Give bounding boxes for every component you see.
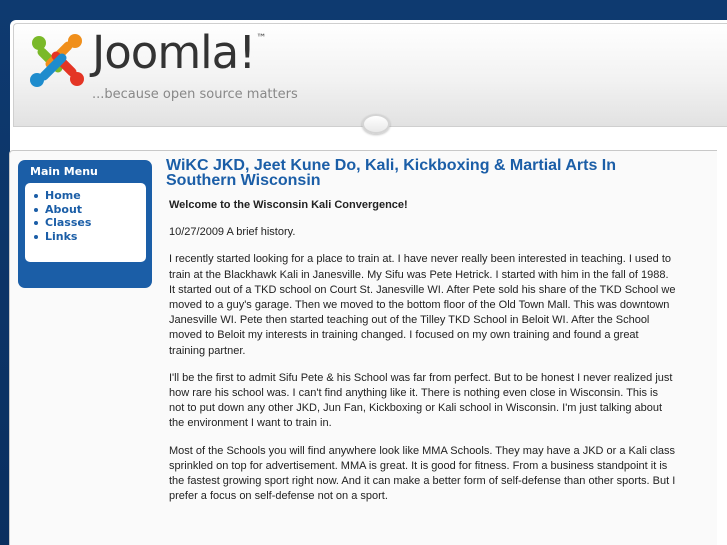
article-body: Welcome to the Wisconsin Kali Convergenc… (166, 198, 676, 504)
article-date-line: 10/27/2009 A brief history. (169, 226, 296, 239)
article: WiKC JKD, Jeet Kune Do, Kali, Kickboxing… (166, 158, 676, 516)
trademark-mark: ™ (256, 33, 266, 44)
menu-link-about[interactable]: About (45, 203, 82, 216)
site-header: Joomla!™ ...because open source matters (13, 23, 727, 127)
article-paragraph: I'll be the first to admit Sifu Pete & h… (169, 371, 673, 430)
joomla-logo-icon[interactable] (28, 32, 86, 90)
article-title[interactable]: WiKC JKD, Jeet Kune Do, Kali, Kickboxing… (166, 158, 676, 189)
header-ring-handle-icon (362, 114, 390, 134)
menu-item-about: About (34, 203, 146, 217)
logo-tagline: ...because open source matters (92, 87, 298, 102)
menu-item-links: Links (34, 230, 146, 244)
article-paragraph: Most of the Schools you will find anywhe… (169, 444, 676, 503)
main-menu-title: Main Menu (30, 165, 98, 178)
logo-wordmark[interactable]: Joomla!™ (92, 30, 266, 75)
menu-link-classes[interactable]: Classes (45, 216, 91, 229)
menu-item-classes: Classes (34, 216, 146, 230)
article-paragraph: I recently started looking for a place t… (169, 253, 676, 357)
article-welcome: Welcome to the Wisconsin Kali Convergenc… (169, 199, 408, 211)
main-menu-list-panel: Home About Classes Links (25, 183, 146, 262)
menu-link-links[interactable]: Links (45, 230, 77, 243)
main-menu-list: Home About Classes Links (34, 189, 146, 244)
logo-word-text: Joomla! (92, 26, 256, 79)
menu-item-home: Home (34, 189, 146, 203)
menu-link-home[interactable]: Home (45, 189, 81, 202)
main-menu: Main Menu Home About Classes Links (18, 160, 152, 288)
